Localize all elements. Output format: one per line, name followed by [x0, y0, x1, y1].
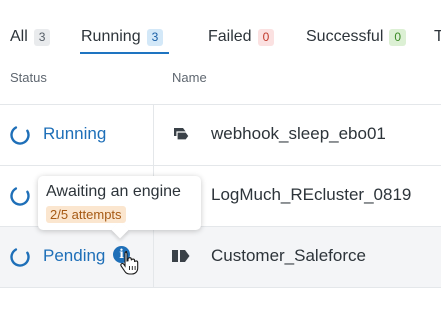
tab-all-count: 3: [33, 29, 51, 46]
tab-running[interactable]: Running 3: [81, 26, 164, 52]
spinner-icon: [10, 125, 30, 145]
table-row[interactable]: Running webhook_sleep_ebo01: [0, 105, 441, 166]
attempts-badge: 2/5 attempts: [46, 206, 126, 223]
tab-running-count: 3: [146, 29, 164, 46]
tab-successful[interactable]: Successful 0: [306, 26, 407, 52]
hand-pointer-icon: [120, 250, 139, 275]
table-header: Status Name: [0, 56, 441, 105]
spinner-icon: [10, 247, 30, 267]
table-row[interactable]: Pending i Customer_Saleforce: [0, 227, 441, 288]
tag-icon: [172, 250, 190, 262]
column-header-status[interactable]: Status: [10, 70, 47, 85]
tab-successful-count: 0: [389, 29, 407, 46]
tab-overflow[interactable]: T: [434, 26, 441, 52]
tab-overflow-label: T: [434, 28, 441, 45]
tab-all[interactable]: All 3: [10, 26, 51, 52]
job-runs-panel: All 3 Running 3 Failed 0 Successful 0 T …: [0, 0, 441, 323]
tab-failed[interactable]: Failed 0: [208, 26, 275, 52]
tab-running-label: Running: [81, 28, 141, 45]
status-link[interactable]: Running: [43, 123, 106, 145]
stacked-pages-icon: [174, 128, 190, 141]
job-name[interactable]: Customer_Saleforce: [211, 245, 366, 267]
tab-failed-label: Failed: [208, 28, 252, 45]
column-header-name[interactable]: Name: [172, 70, 207, 85]
job-name[interactable]: LogMuch_REcluster_0819: [211, 184, 411, 206]
tooltip-title: Awaiting an engine: [46, 183, 181, 200]
column-divider: [153, 227, 154, 287]
column-divider: [153, 105, 154, 165]
status-tooltip: Awaiting an engine 2/5 attempts: [38, 176, 201, 239]
tab-successful-label: Successful: [306, 28, 384, 45]
active-tab-indicator: [80, 52, 169, 54]
status-tabs: All 3 Running 3 Failed 0 Successful 0 T: [0, 0, 441, 56]
job-name[interactable]: webhook_sleep_ebo01: [211, 123, 386, 145]
tab-all-label: All: [10, 28, 28, 45]
spinner-icon: [10, 186, 30, 206]
tab-failed-count: 0: [257, 29, 275, 46]
status-link[interactable]: Pending: [43, 245, 105, 267]
